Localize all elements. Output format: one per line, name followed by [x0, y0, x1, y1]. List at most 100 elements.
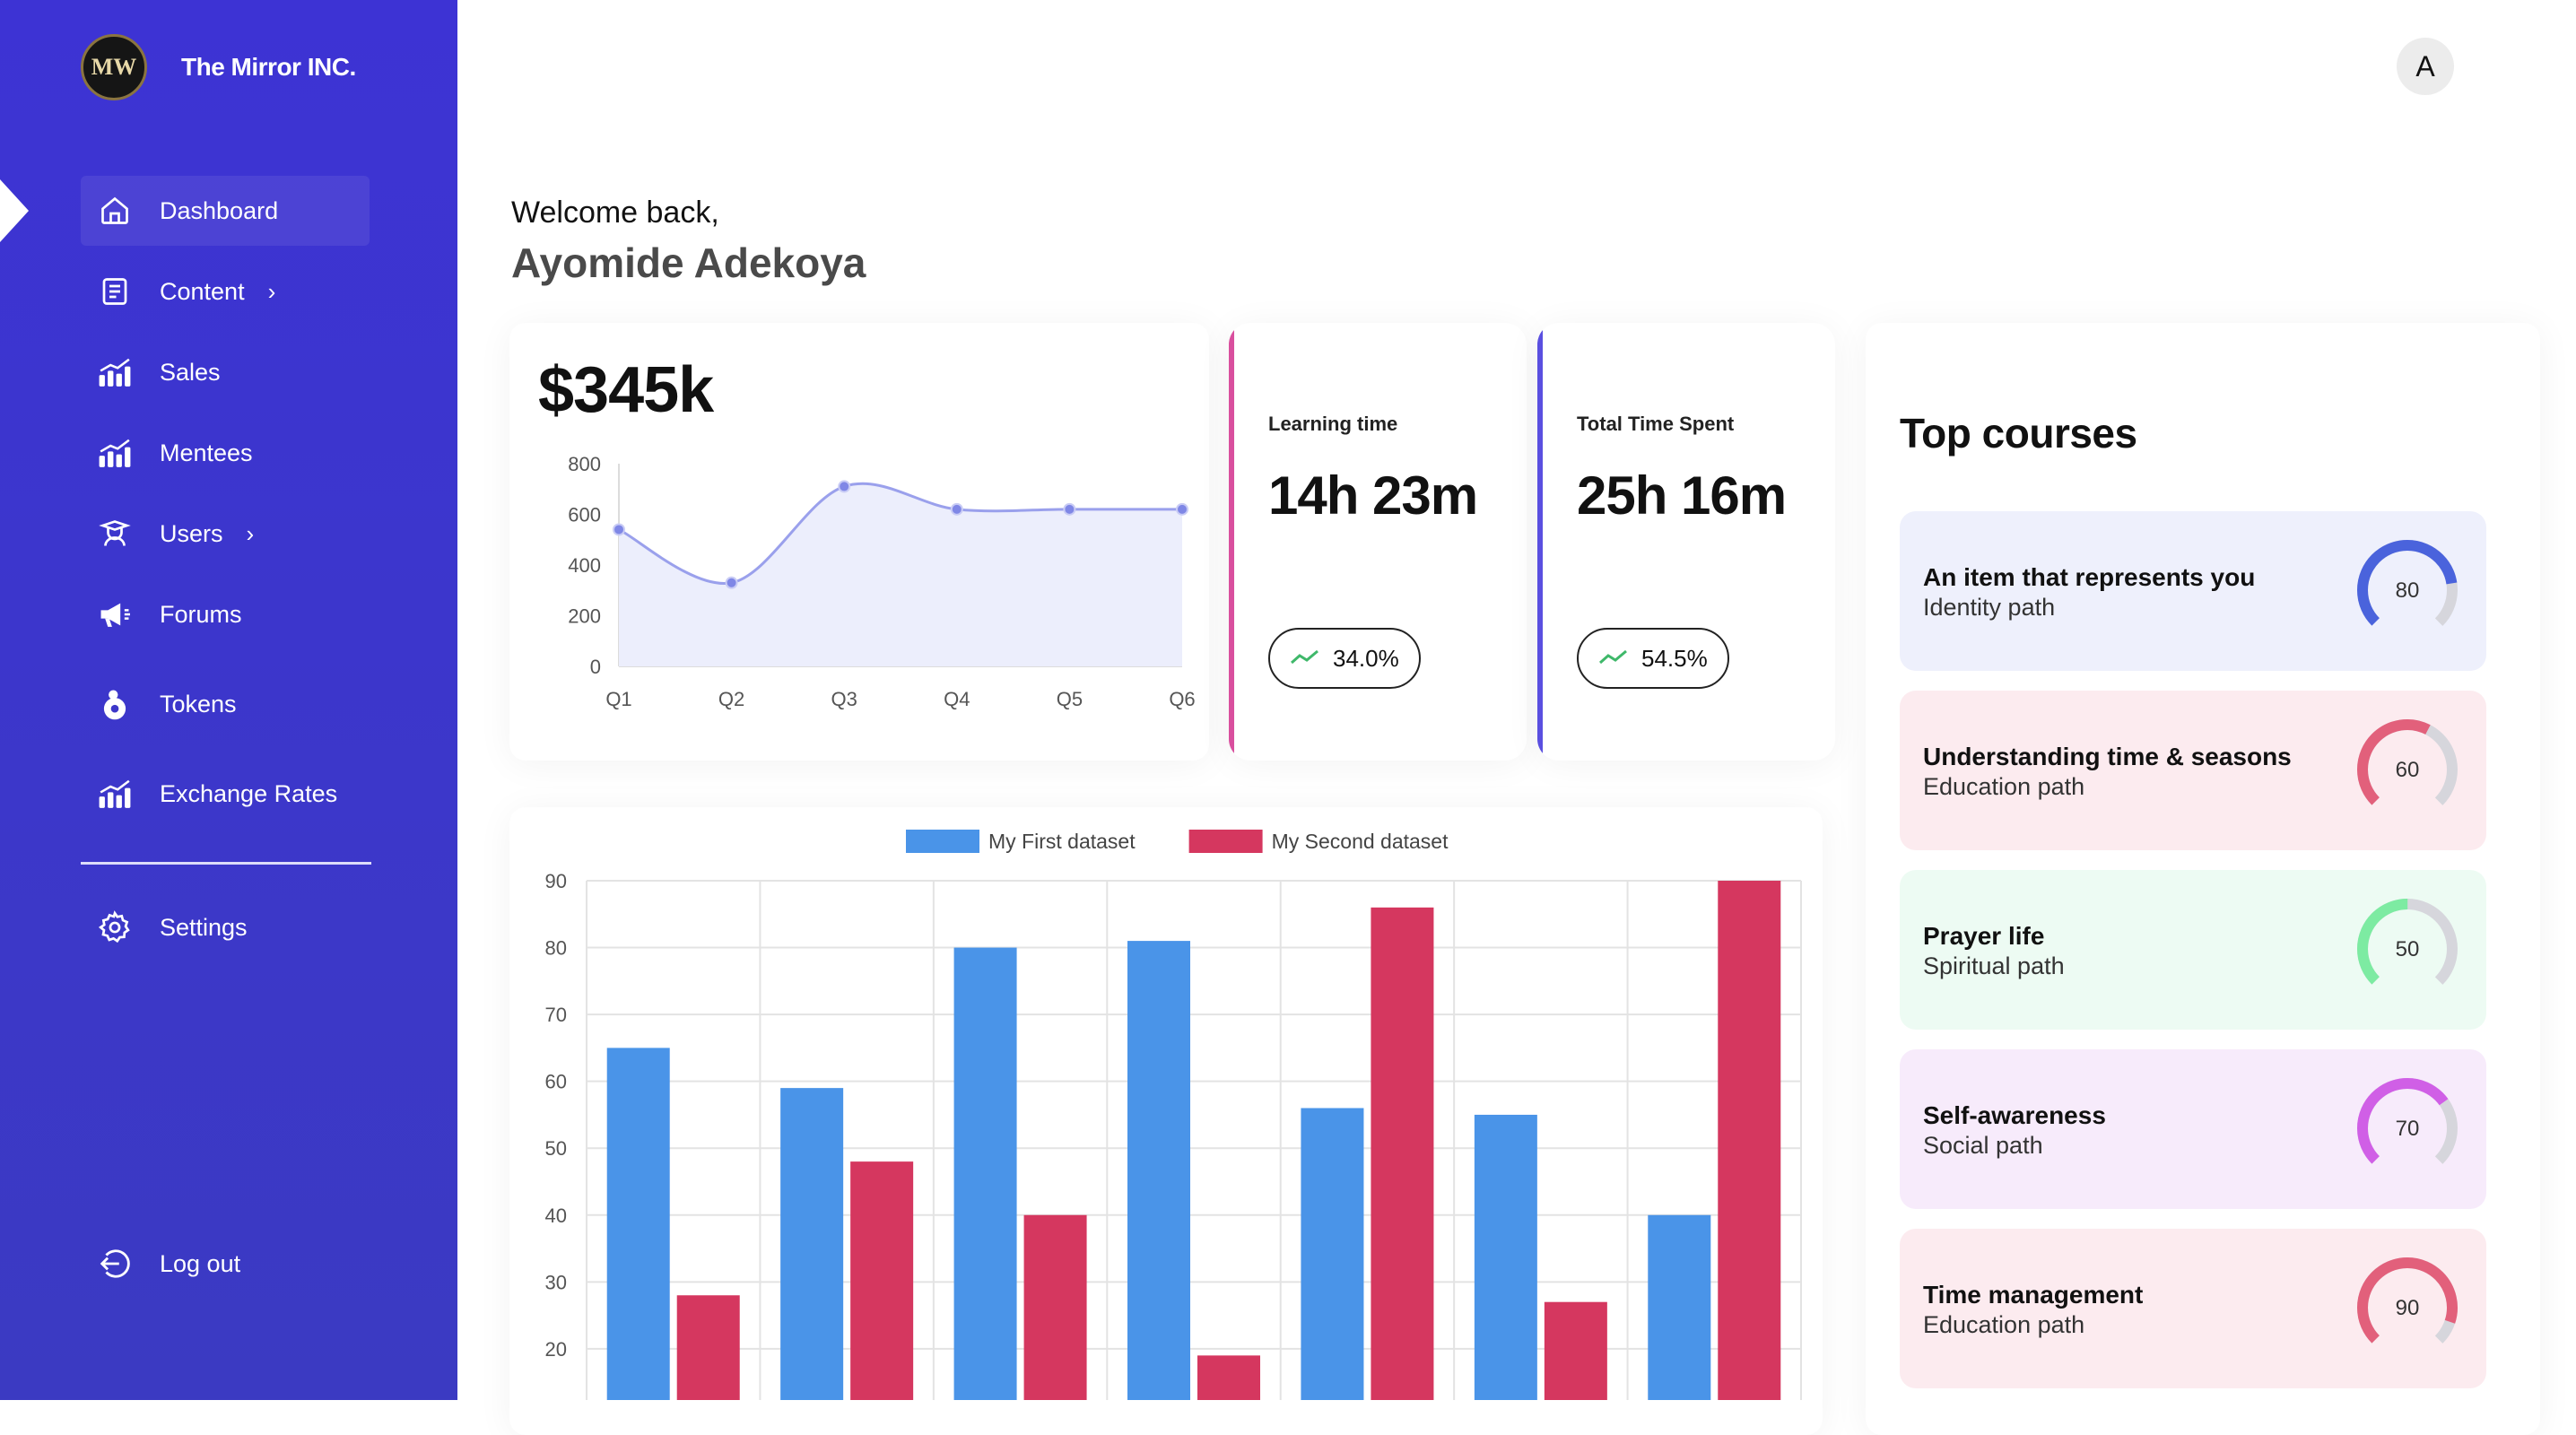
avatar[interactable]: A: [2397, 38, 2454, 95]
course-item[interactable]: An item that represents you Identity path…: [1900, 511, 2486, 671]
bar: [780, 1088, 844, 1435]
course-item[interactable]: Prayer life Spiritual path 50: [1900, 870, 2486, 1030]
y-tick-label: 50: [545, 1137, 567, 1160]
trend-up-icon: [1290, 645, 1320, 673]
trend-up-icon: [1598, 645, 1629, 673]
sidebar-item-label: Exchange Rates: [160, 779, 338, 807]
y-tick-label: 20: [545, 1338, 567, 1361]
legend-swatch: [906, 830, 979, 853]
course-item[interactable]: Time management Education path 90: [1900, 1229, 2486, 1388]
gauge-value: 90: [2396, 1296, 2420, 1320]
gear-icon: [97, 909, 133, 945]
y-tick-label: 30: [545, 1271, 567, 1293]
home-icon: [97, 193, 133, 229]
bar-chart-icon: [97, 776, 133, 812]
sidebar-item-exchange-rates[interactable]: Exchange Rates: [81, 759, 370, 829]
bar-chart-icon: [97, 435, 133, 471]
data-point: [950, 502, 963, 516]
sidebar-item-tokens[interactable]: Tokens: [81, 669, 370, 739]
top-courses-title: Top courses: [1900, 410, 2137, 457]
bar: [1544, 1301, 1607, 1435]
sidebar-item-sales[interactable]: Sales: [81, 337, 370, 407]
chevron-right-icon[interactable]: ›: [268, 278, 276, 306]
gauge-value: 80: [2396, 578, 2420, 603]
stat-value: 25h 16m: [1577, 465, 1787, 526]
course-item[interactable]: Self-awareness Social path 70: [1900, 1049, 2486, 1209]
x-tick-label: Q2: [718, 688, 744, 710]
document-icon: [97, 274, 133, 309]
brand[interactable]: MW The Mirror INC.: [81, 34, 356, 100]
revenue-area-chart: 800 600 400 200 0Q1 Q2 Q3 Q4 Q5 Q6: [568, 453, 1195, 710]
data-point: [838, 480, 851, 493]
y-tick-label: 200: [568, 605, 601, 628]
bar: [606, 1048, 670, 1435]
course-item[interactable]: Understanding time & seasons Education pa…: [1900, 691, 2486, 850]
active-indicator: [0, 179, 29, 242]
sidebar-item-settings[interactable]: Settings: [81, 892, 370, 962]
token-icon: [97, 686, 133, 722]
bar: [1474, 1114, 1537, 1435]
x-tick-label: Q4: [944, 688, 970, 710]
sidebar-item-dashboard[interactable]: Dashboard: [81, 176, 370, 246]
progress-gauge: 90: [2357, 1257, 2458, 1358]
x-tick-label: Q6: [1169, 688, 1195, 710]
y-tick-label: 800: [568, 453, 601, 475]
legend-label: My Second dataset: [1272, 830, 1449, 853]
stat-title: Learning time: [1268, 413, 1398, 435]
user-name: Ayomide Adekoya: [511, 239, 866, 286]
area-fill: [619, 483, 1182, 666]
sidebar-item-label: Mentees: [160, 439, 253, 466]
y-tick-label: 90: [545, 870, 567, 892]
y-tick-label: 40: [545, 1205, 567, 1227]
progress-gauge: 70: [2357, 1078, 2458, 1178]
y-tick-label: 600: [568, 504, 601, 526]
bar-chart-icon: [97, 354, 133, 390]
progress-gauge: 80: [2357, 540, 2458, 640]
bar: [1197, 1355, 1260, 1435]
sidebar-item-label: Sales: [160, 358, 221, 386]
stat-card-total-time: Total Time Spent 25h 16m 54.5%: [1537, 323, 1835, 761]
bar: [953, 947, 1017, 1435]
data-point: [1176, 502, 1188, 516]
sidebar-item-logout[interactable]: Log out: [81, 1229, 370, 1299]
bar: [1648, 1214, 1711, 1435]
bar: [676, 1295, 740, 1435]
stat-change-badge: 34.0%: [1268, 628, 1421, 689]
stat-card-learning-time: Learning time 14h 23m 34.0%: [1229, 323, 1527, 761]
sidebar-item-forums[interactable]: Forums: [81, 579, 370, 649]
x-tick-label: Q1: [605, 688, 631, 710]
progress-gauge: 60: [2357, 719, 2458, 820]
chevron-right-icon[interactable]: ›: [247, 520, 255, 548]
y-tick-label: 400: [568, 554, 601, 577]
sidebar-item-label: Dashboard: [160, 196, 279, 224]
sidebar-item-content[interactable]: Content ›: [81, 257, 370, 326]
logout-icon: [97, 1246, 133, 1282]
course-path: Identity path: [1923, 594, 2056, 621]
sidebar-item-label: Content: [160, 277, 245, 305]
bar: [1301, 1108, 1364, 1435]
gauge-value: 50: [2396, 937, 2420, 961]
sidebar-item-mentees[interactable]: Mentees: [81, 418, 370, 488]
course-name: Understanding time & seasons: [1923, 743, 2292, 770]
nav-divider: [81, 862, 371, 865]
revenue-card: $345k 800 600 400 200 0 Q1 Q2 Q3 Q4 Q5 Q6: [509, 323, 1209, 761]
sidebar-item-label: Forums: [160, 600, 242, 628]
bar: [1718, 881, 1781, 1435]
x-tick-label: Q3: [831, 688, 857, 710]
dataset-bar-chart: 908070605040302010My First datasetMy Sec…: [545, 830, 1802, 1435]
bar: [1023, 1214, 1087, 1435]
stat-change-value: 54.5%: [1641, 644, 1708, 672]
y-tick-label: 0: [590, 656, 601, 678]
course-name: Prayer life: [1923, 922, 2045, 950]
x-tick-label: Q5: [1057, 688, 1083, 710]
sidebar-item-users[interactable]: Users ›: [81, 499, 370, 569]
course-path: Social path: [1923, 1132, 2043, 1159]
legend-label: My First dataset: [988, 830, 1136, 853]
data-point: [613, 523, 625, 536]
course-name: An item that represents you: [1923, 563, 2256, 591]
bar-chart-card: 908070605040302010My First datasetMy Sec…: [509, 807, 1823, 1435]
sidebar-item-label: Users: [160, 519, 223, 547]
stat-change-badge: 54.5%: [1577, 628, 1729, 689]
bar: [850, 1161, 914, 1435]
data-point: [1063, 502, 1076, 516]
